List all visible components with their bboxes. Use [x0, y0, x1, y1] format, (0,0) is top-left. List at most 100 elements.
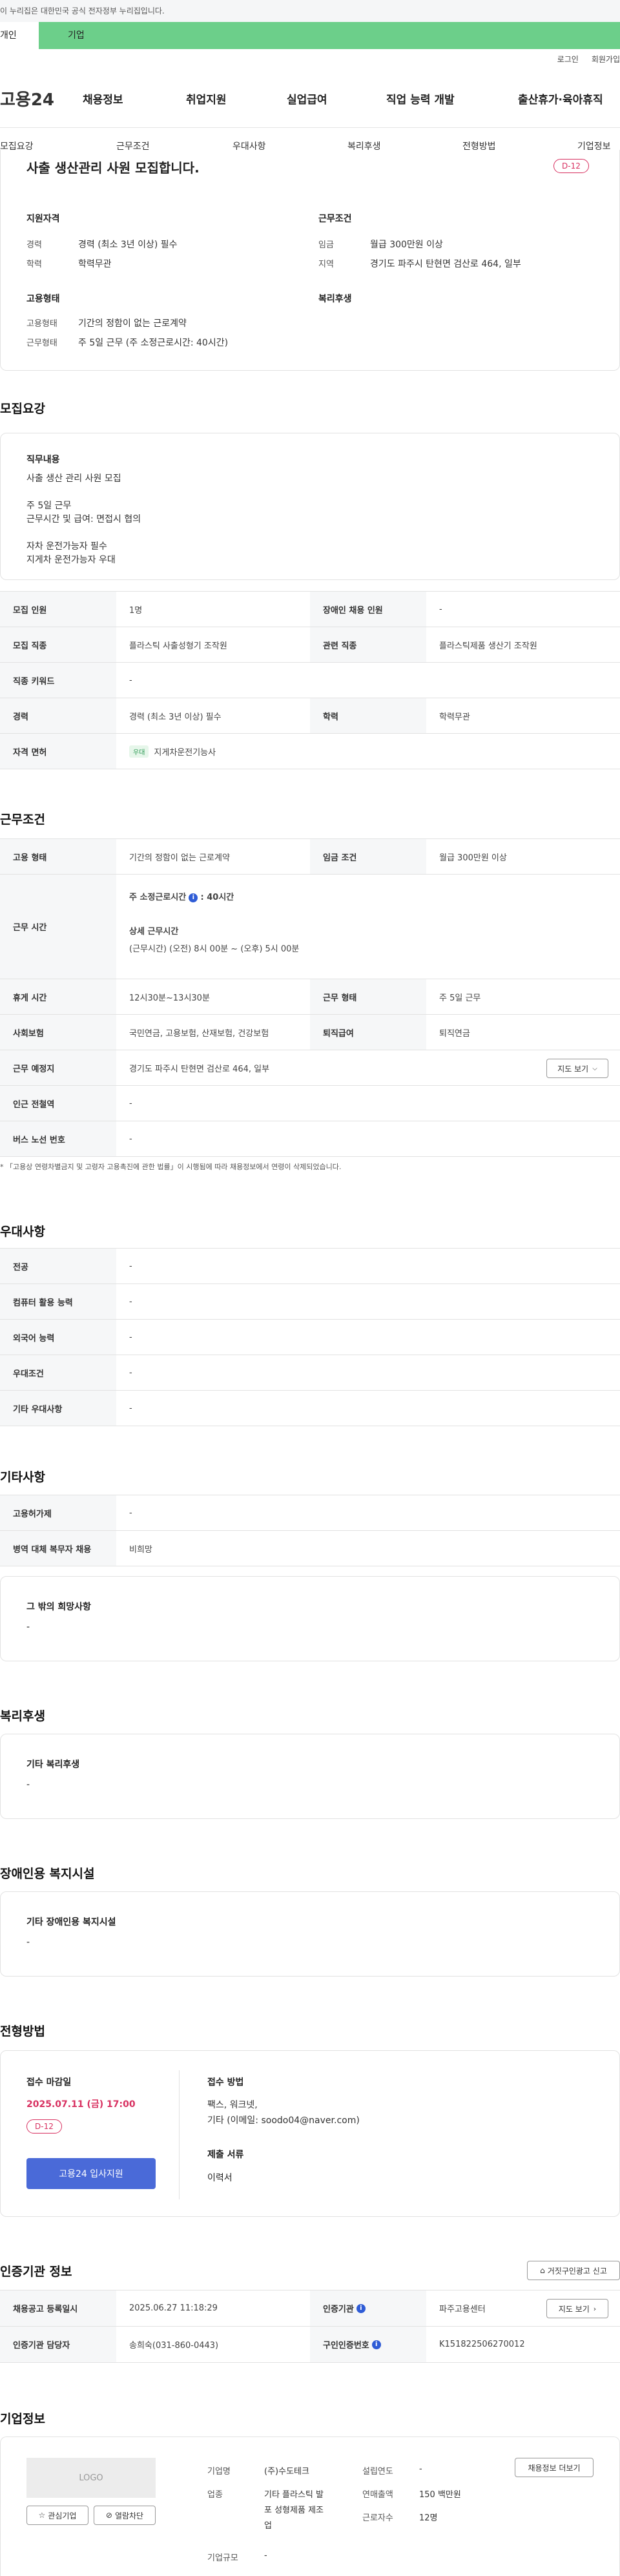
section-title-selection: 전형방법 — [0, 2024, 45, 2039]
favorite-company-label: 관심기업 — [48, 2511, 77, 2520]
section-title-welfare: 복리후생 — [0, 1709, 45, 1723]
table-cell: 퇴직연금 — [439, 1028, 470, 1039]
map-button[interactable]: 지도 보기 ⌵ — [546, 1059, 608, 1078]
table-row: 근무 예정지 경기도 파주시 탄현면 검산로 464, 일부 지도 보기 ⌵ — [0, 1050, 620, 1086]
info-icon[interactable]: i — [356, 2303, 366, 2313]
agency-table: 채용공고 등록일시 2025.06.27 11:18:29 인증기관 i 파주고용… — [0, 2290, 620, 2363]
table-row: 컴퓨터 활용 능력 - — [0, 1284, 620, 1320]
duty-line — [26, 526, 141, 540]
work-time-value: : 40시간 — [200, 893, 234, 902]
duty-line — [26, 486, 141, 499]
pref-table: 전공 - 컴퓨터 활용 능력 - 외국어 능력 - 우대조건 - 기타 우대사항… — [0, 1248, 620, 1426]
table-header-cell: 경력 — [0, 698, 116, 733]
table-header-cell: 전공 — [0, 1249, 116, 1283]
table-header-cell: 임금 조건 — [310, 839, 426, 874]
license-value: 지게차운전기능사 — [154, 747, 216, 758]
table-cell: - — [129, 1332, 132, 1342]
company-jobs-button[interactable]: 채용정보 더보기 — [515, 2458, 594, 2477]
docs-heading: 제출 서류 — [207, 2150, 244, 2160]
site-logo[interactable]: 고용24 — [0, 87, 83, 110]
table-row: 외국어 능력 - — [0, 1320, 620, 1355]
login-link[interactable]: 로그인 — [557, 49, 579, 70]
utility-menu: 로그인 회원가입 — [0, 49, 620, 70]
company-jobs-label: 채용정보 더보기 — [528, 2463, 581, 2473]
gnb-item-benefit[interactable]: 실업급여 — [287, 90, 386, 107]
job-title: 사출 생산관리 사원 모집합니다. — [26, 160, 200, 176]
table-cell: 플라스틱 사출성형기 조작원 — [129, 641, 227, 651]
table-row: 모집 인원 1명 장애인 채용 인원 - — [0, 592, 620, 627]
table-header-cell: 휴게 시간 — [0, 979, 116, 1014]
table-header-cell: 병역 대체 복무자 채용 — [0, 1531, 116, 1566]
section-title-agency: 인증기관 정보 — [0, 2265, 72, 2279]
report-ad-button[interactable]: ⌂ 거짓구인광고 신고 — [527, 2261, 620, 2280]
table-cell: 주 5일 근무 — [439, 993, 481, 1003]
tab-company[interactable]: 기업 — [39, 22, 620, 49]
favorite-company-button[interactable]: ☆ 관심기업 — [26, 2506, 88, 2525]
duty-line: 지게차 운전가능자 우대 — [26, 555, 116, 565]
block-company-label: 열람차단 — [114, 2511, 144, 2520]
table-header-cell: 채용공고 등록일시 — [0, 2290, 116, 2326]
table-cell: - — [439, 604, 442, 614]
table-header-cell: 장애인 채용 인원 — [310, 592, 426, 627]
table-cell: 학력무관 — [439, 712, 470, 722]
table-header-cell: 학력 — [310, 698, 426, 733]
table-cell: K151822506270012 — [439, 2340, 525, 2349]
worktype-label: 근무형태 — [26, 338, 57, 348]
industry-line: 기타 플라스틱 발 — [264, 2490, 324, 2500]
company-year-value: - — [419, 2464, 422, 2474]
map-button[interactable]: 지도 보기 › — [546, 2299, 608, 2318]
block-company-button[interactable]: ⊘ 열람차단 — [94, 2506, 156, 2525]
table-header-cell: 자격 면허 — [0, 734, 116, 769]
chevron-down-icon: ⌵ — [592, 1065, 597, 1072]
other-wish-card: 그 밖의 희망사항 - — [0, 1576, 620, 1661]
block-icon: ⊘ — [105, 2511, 112, 2520]
section-title-recruit: 모집요강 — [0, 402, 45, 416]
tab-personal[interactable]: 개인 — [0, 22, 39, 49]
table-header-cell: 사회보험 — [0, 1015, 116, 1050]
user-type-tabs: 개인 기업 — [0, 22, 620, 49]
edu-value: 학력무관 — [78, 259, 112, 269]
duty-line: 근무시간 및 급여: 면접시 협의 — [26, 514, 141, 525]
table-row: 인증기관 담당자 송희숙(031-860-0443) 구인인증번호 i K1518… — [0, 2327, 620, 2363]
table-header-cell: 근무 형태 — [310, 979, 426, 1014]
method-heading: 접수 방법 — [207, 2077, 244, 2088]
recruit-table: 모집 인원 1명 장애인 채용 인원 - 모집 직종 플라스틱 사출성형기 조작… — [0, 591, 620, 769]
table-row: 채용공고 등록일시 2025.06.27 11:18:29 인증기관 i 파주고용… — [0, 2290, 620, 2327]
company-year-label: 설립연도 — [362, 2467, 393, 2477]
summary-card: 사출 생산관리 사원 모집합니다. D-12 지원자격 경력 경력 (최소 3년… — [0, 150, 620, 371]
wage-value: 월급 300만원 이상 — [370, 240, 443, 250]
table-header-cell: 인증기관 i — [310, 2290, 426, 2326]
info-icon[interactable]: i — [189, 893, 198, 902]
age-notice: * 「고용상 연령차별금지 및 고령자 고용촉진에 관한 법률」이 시행됨에 따… — [0, 1163, 342, 1171]
table-cell: 송희숙(031-860-0443) — [129, 2341, 219, 2351]
info-icon[interactable]: i — [371, 2340, 381, 2349]
gnb-item-support[interactable]: 취업지원 — [186, 90, 287, 107]
company-name-value: (주)수도테크 — [264, 2467, 309, 2477]
section-title-disabled: 장애인용 복지시설 — [0, 1867, 95, 1881]
other-wish-value: - — [26, 1622, 30, 1632]
table-header-cell: 고용허가제 — [0, 1495, 116, 1530]
join-link[interactable]: 회원가입 — [592, 49, 620, 70]
table-cell: 경기도 파주시 탄현면 검산로 464, 일부 — [129, 1064, 270, 1074]
table-header-cell: 구인인증번호 i — [310, 2327, 426, 2362]
company-industry-label: 업종 — [207, 2490, 223, 2500]
cond-heading: 근무조건 — [318, 214, 352, 224]
gnb-item-jobs[interactable]: 채용정보 — [83, 90, 186, 107]
dday-badge: D-12 — [26, 2119, 62, 2134]
industry-line: 포 성형제품 제조 — [264, 2506, 324, 2515]
table-row: 우대조건 - — [0, 1355, 620, 1391]
table-header-cell: 모집 인원 — [0, 592, 116, 627]
section-title-company: 기업정보 — [0, 2412, 45, 2426]
selection-card: 접수 마감일 2025.07.11 (금) 17:00 D-12 고용24 입사… — [0, 2050, 620, 2217]
table-row: 자격 면허 우대 지게차운전기능사 — [0, 734, 620, 769]
table-header-cell: 고용 형태 — [0, 839, 116, 874]
gnb-item-training[interactable]: 직업 능력 개발 — [386, 90, 518, 107]
region-value: 경기도 파주시 탄현면 검산로 464, 일부 — [370, 259, 521, 269]
table-header-cell: 버스 노선 번호 — [0, 1121, 116, 1156]
apply-button[interactable]: 고용24 입사지원 — [26, 2158, 156, 2189]
work-time-detail-value: (근무시간) (오전) 8시 00분 ~ (오후) 5시 00분 — [129, 944, 300, 954]
qual-heading: 지원자격 — [26, 214, 60, 224]
edu-label: 학력 — [26, 260, 42, 269]
gnb-item-leave[interactable]: 출산휴가·육아휴직 — [518, 90, 603, 107]
table-cell: - — [129, 1296, 132, 1307]
